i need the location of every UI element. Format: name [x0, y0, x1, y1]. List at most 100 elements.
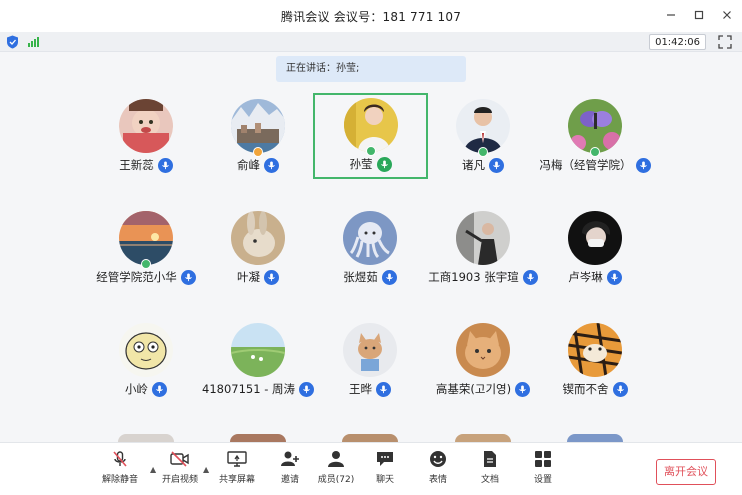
participant-tile[interactable]: 41807151 - 周涛 — [193, 318, 323, 403]
avatar — [456, 323, 510, 377]
invite-user-icon — [279, 449, 301, 469]
avatar — [568, 99, 622, 153]
participant-tile[interactable]: 俞峰 — [193, 94, 323, 179]
document-icon — [479, 449, 501, 469]
share-screen-button[interactable]: 共享屏幕 — [209, 449, 265, 491]
members-label: 成员(72) — [317, 475, 355, 485]
window-controls — [662, 6, 736, 24]
participant-name-row: 锲而不舍 — [530, 380, 660, 398]
participant-tile[interactable]: 工商1903 张宇瑄 — [418, 206, 548, 291]
participant-name: 俞峰 — [237, 158, 260, 172]
chat-label: 聊天 — [375, 475, 394, 485]
participant-name: 冯梅（经管学院） — [539, 158, 632, 172]
participant-name: 王新蕊 — [119, 158, 154, 172]
participant-name: 诸凡 — [462, 158, 485, 172]
members-button[interactable]: 成员(72) — [308, 449, 364, 491]
microphone-icon — [606, 269, 622, 285]
participant-name: 小岭 — [125, 382, 148, 396]
participant-name: 卢岑琳 — [568, 270, 603, 284]
window-title: 腾讯会议 会议号：181 771 107 — [280, 9, 462, 24]
participant-tile[interactable]: 诸凡 — [418, 94, 548, 179]
partial-avatar — [230, 434, 286, 442]
meeting-toolbar: 解除静音 ▲ 开启视频 ▲ 共享屏幕 邀请 成员(72) 聊天 表情 文档 设置… — [0, 442, 742, 495]
participant-name-row: 工商1903 张宇瑄 — [418, 268, 548, 286]
microphone-icon — [157, 157, 173, 173]
participant-name-row: 小岭 — [81, 380, 211, 398]
chat-button[interactable]: 聊天 — [357, 449, 413, 491]
leave-meeting-button[interactable]: 离开会议 — [656, 459, 716, 485]
speaking-banner: 正在讲话：孙莹; — [276, 56, 466, 82]
participant-tile[interactable]: 张煜茹 — [305, 206, 435, 291]
maximize-icon[interactable] — [690, 6, 708, 24]
avatar — [343, 98, 398, 152]
emoji-icon — [427, 449, 449, 469]
avatar — [568, 323, 622, 377]
partial-avatar — [455, 434, 511, 442]
fullscreen-icon[interactable] — [718, 35, 732, 49]
title-bar: 腾讯会议 会议号：181 771 107 — [0, 0, 742, 32]
participant-tile[interactable]: 叶凝 — [193, 206, 323, 291]
microphone-icon — [515, 381, 531, 397]
avatar — [231, 211, 285, 265]
participant-name: 叶凝 — [237, 270, 260, 284]
unmute-button[interactable]: 解除静音 — [92, 449, 148, 491]
participant-tile[interactable]: 经管学院范小华 — [81, 206, 211, 291]
network-signal-icon[interactable] — [28, 37, 39, 47]
avatar — [231, 323, 285, 377]
security-shield-icon[interactable] — [6, 35, 19, 49]
participant-tile-active-speaker[interactable]: 孙莹 — [313, 93, 428, 179]
microphone-icon — [635, 157, 651, 173]
settings-grid-icon — [532, 449, 554, 469]
emoji-label: 表情 — [428, 475, 447, 485]
participant-name-row: 冯梅（经管学院） — [530, 156, 660, 174]
settings-button[interactable]: 设置 — [515, 449, 571, 491]
avatar — [343, 323, 397, 377]
microphone-icon — [152, 381, 167, 397]
share-screen-label: 共享屏幕 — [218, 475, 255, 485]
start-video-button[interactable]: 开启视频 — [152, 449, 208, 491]
participant-name-row: 卢岑琳 — [530, 268, 660, 286]
microphone-icon — [264, 269, 279, 285]
partial-avatar — [118, 434, 174, 442]
settings-label: 设置 — [533, 475, 552, 485]
meeting-timer: 01:42:06 — [649, 34, 706, 50]
unmute-label: 解除静音 — [101, 475, 138, 485]
participant-name-row: 孙莹 — [315, 155, 426, 173]
microphone-speaking-icon — [376, 156, 392, 172]
avatar — [231, 99, 285, 153]
chat-icon — [374, 449, 396, 469]
minimize-icon[interactable] — [662, 6, 680, 24]
avatar — [119, 211, 173, 265]
docs-button[interactable]: 文档 — [462, 449, 518, 491]
start-video-label: 开启视频 — [161, 475, 198, 485]
participant-tile[interactable]: 王晔 — [305, 318, 435, 403]
participant-name-row: 王新蕊 — [81, 156, 211, 174]
docs-label: 文档 — [480, 475, 499, 485]
participant-name: 高基荣(고기영) — [435, 382, 512, 396]
participant-name-row: 高基荣(고기영) — [418, 380, 548, 398]
muted-microphone-icon — [109, 449, 131, 469]
avatar — [456, 99, 510, 153]
participant-name: 王晔 — [349, 382, 372, 396]
close-icon[interactable] — [718, 6, 736, 24]
participant-tile[interactable]: 高基荣(고기영) — [418, 318, 548, 403]
participant-name-row: 叶凝 — [193, 268, 323, 286]
participant-name-row: 张煜茹 — [305, 268, 435, 286]
participant-name: 张煜茹 — [343, 270, 378, 284]
participant-name: 孙莹 — [349, 157, 373, 171]
status-bar: 01:42:06 — [0, 32, 742, 52]
avatar — [456, 211, 510, 265]
participant-tile[interactable]: 小岭 — [81, 318, 211, 403]
avatar — [119, 99, 173, 153]
emoji-button[interactable]: 表情 — [410, 449, 466, 491]
participant-tile[interactable]: 冯梅（经管学院） — [530, 94, 660, 179]
microphone-icon — [381, 269, 397, 285]
invite-label: 邀请 — [280, 475, 299, 485]
participant-tile[interactable]: 王新蕊 — [81, 94, 211, 179]
share-screen-icon — [226, 449, 248, 469]
partial-avatar — [567, 434, 623, 442]
video-off-icon — [169, 449, 191, 469]
participant-tile[interactable]: 卢岑琳 — [530, 206, 660, 291]
participant-tile[interactable]: 锲而不舍 — [530, 318, 660, 403]
participant-name: 经管学院范小华 — [96, 270, 177, 284]
